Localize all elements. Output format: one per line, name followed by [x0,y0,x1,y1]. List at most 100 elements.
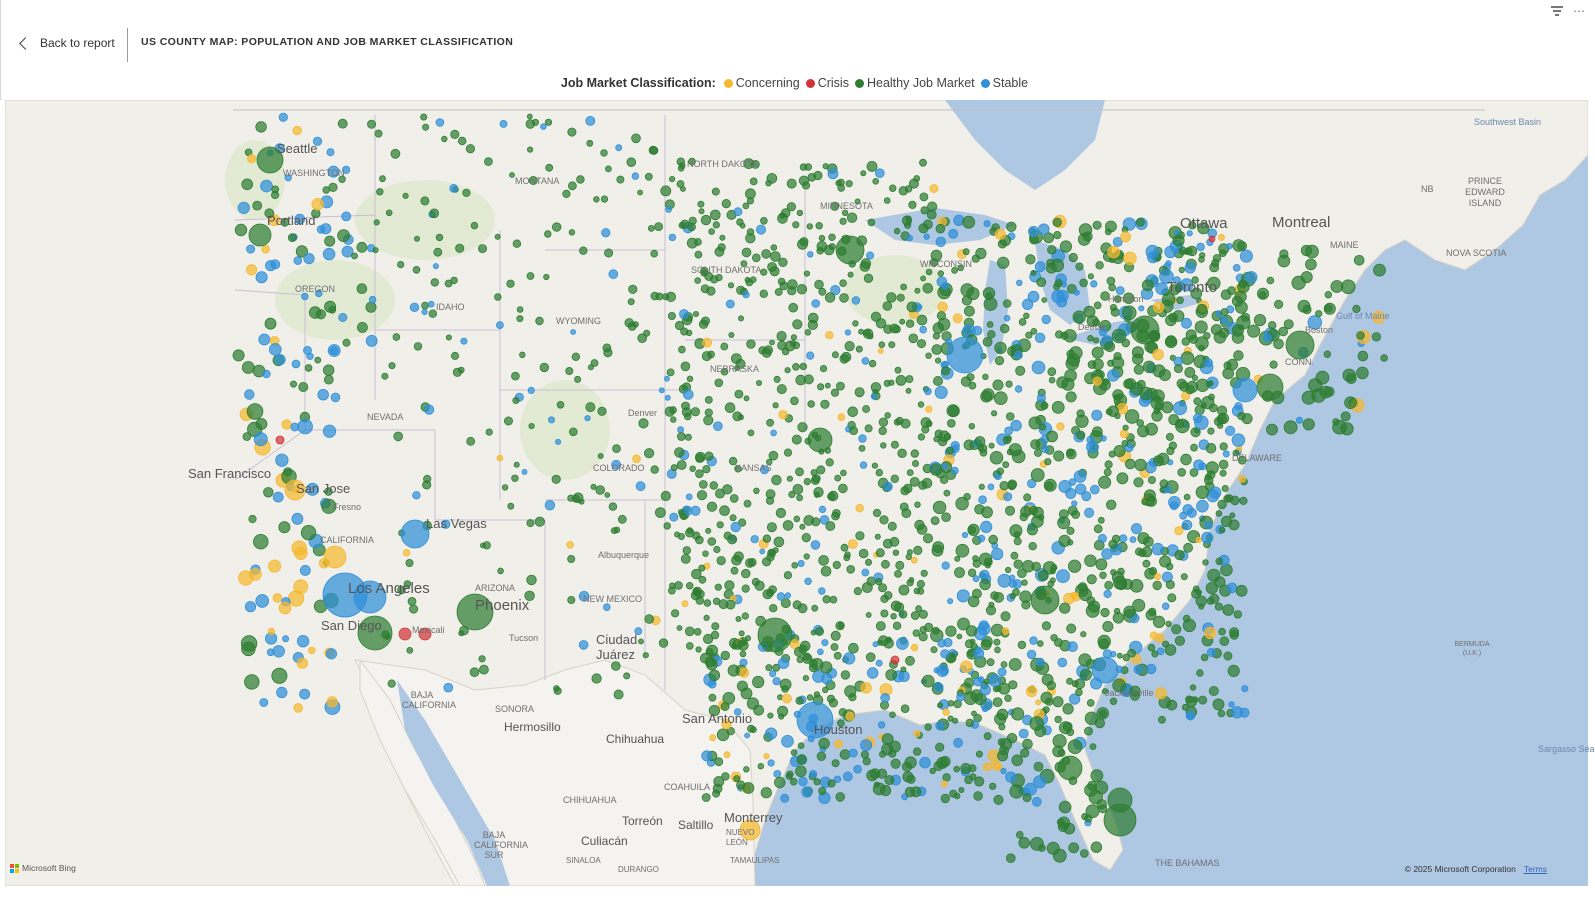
county-point[interactable] [839,749,851,760]
county-point[interactable] [1198,256,1205,263]
county-point[interactable] [826,694,836,703]
county-point[interactable] [1101,548,1113,560]
county-point[interactable] [308,306,322,319]
county-point[interactable] [940,793,951,804]
county-point[interactable] [1232,264,1241,272]
county-point[interactable] [735,616,742,623]
county-point[interactable] [1195,589,1202,596]
terms-link[interactable]: Terms [1524,864,1547,874]
county-point[interactable] [1143,536,1154,548]
county-point[interactable] [839,293,849,303]
county-point[interactable] [774,288,783,296]
county-point[interactable] [724,580,735,591]
county-point[interactable] [953,765,960,773]
county-point[interactable] [1219,469,1227,477]
county-point[interactable] [808,770,818,779]
county-point[interactable] [1111,328,1127,344]
county-point[interactable] [1173,364,1183,374]
county-point[interactable] [1061,377,1075,391]
county-point[interactable] [756,224,767,235]
county-point[interactable] [935,236,947,248]
county-point[interactable] [253,534,269,550]
county-point[interactable] [1107,405,1119,417]
county-point[interactable] [680,512,688,520]
county-point[interactable] [1125,458,1136,470]
county-point[interactable] [662,293,670,301]
county-point[interactable] [1152,301,1165,314]
county-point[interactable] [1066,526,1075,535]
county-point[interactable] [1202,559,1209,566]
county-point[interactable] [413,342,423,351]
county-point[interactable] [677,532,685,540]
county-point[interactable] [889,711,896,719]
county-point[interactable] [568,229,576,236]
county-point[interactable] [246,403,264,420]
county-point[interactable] [985,605,997,616]
county-point[interactable] [1108,539,1118,550]
county-point[interactable] [1219,636,1230,646]
county-point[interactable] [1054,715,1062,724]
county-point[interactable] [872,508,882,518]
county-point[interactable] [946,336,984,374]
county-point[interactable] [289,380,297,388]
county-point[interactable] [827,492,836,501]
county-point[interactable] [899,502,909,512]
county-point[interactable] [874,533,881,540]
county-point[interactable] [707,350,715,359]
county-point[interactable] [421,308,428,315]
county-point[interactable] [1050,634,1058,642]
county-point[interactable] [1066,623,1077,634]
county-point[interactable] [1171,624,1182,635]
county-point[interactable] [901,761,913,772]
county-point[interactable] [974,504,985,515]
county-point[interactable] [773,375,781,383]
county-point[interactable] [513,461,520,468]
county-point[interactable] [484,157,493,166]
county-point[interactable] [433,247,443,257]
county-point[interactable] [860,739,873,752]
county-point[interactable] [925,352,932,359]
county-point[interactable] [1131,346,1144,359]
county-point[interactable] [738,315,745,322]
county-point[interactable] [761,249,771,259]
county-point[interactable] [407,596,417,606]
county-point[interactable] [968,423,975,430]
county-point[interactable] [466,436,476,446]
county-point[interactable] [540,123,547,130]
county-point[interactable] [1034,261,1046,273]
county-point[interactable] [1145,422,1158,436]
county-point[interactable] [840,670,851,680]
county-point[interactable] [919,325,927,334]
county-point[interactable] [1113,575,1127,590]
county-point[interactable] [516,306,524,313]
county-point[interactable] [977,534,986,543]
county-point[interactable] [584,415,591,422]
county-point[interactable] [684,433,692,441]
county-point[interactable] [365,334,378,347]
county-point[interactable] [406,647,414,654]
county-point[interactable] [829,595,838,604]
county-point[interactable] [790,749,798,756]
county-point[interactable] [904,786,916,798]
county-point[interactable] [526,146,534,153]
county-point[interactable] [1204,521,1213,530]
county-point[interactable] [1062,721,1073,732]
county-point[interactable] [714,583,722,591]
county-point[interactable] [325,648,337,660]
county-point[interactable] [964,305,975,317]
county-point[interactable] [1092,220,1102,230]
county-point[interactable] [761,347,772,358]
county-point[interactable] [293,256,303,265]
county-point[interactable] [729,494,739,503]
county-point[interactable] [706,644,718,657]
county-point[interactable] [827,168,839,180]
county-point[interactable] [595,485,605,495]
county-point[interactable] [954,567,965,578]
county-point[interactable] [244,601,257,613]
county-point[interactable] [281,419,292,430]
county-point[interactable] [323,364,335,376]
county-point[interactable] [739,650,747,658]
county-point[interactable] [644,172,653,181]
county-point[interactable] [1009,784,1024,799]
county-point[interactable] [972,559,981,568]
